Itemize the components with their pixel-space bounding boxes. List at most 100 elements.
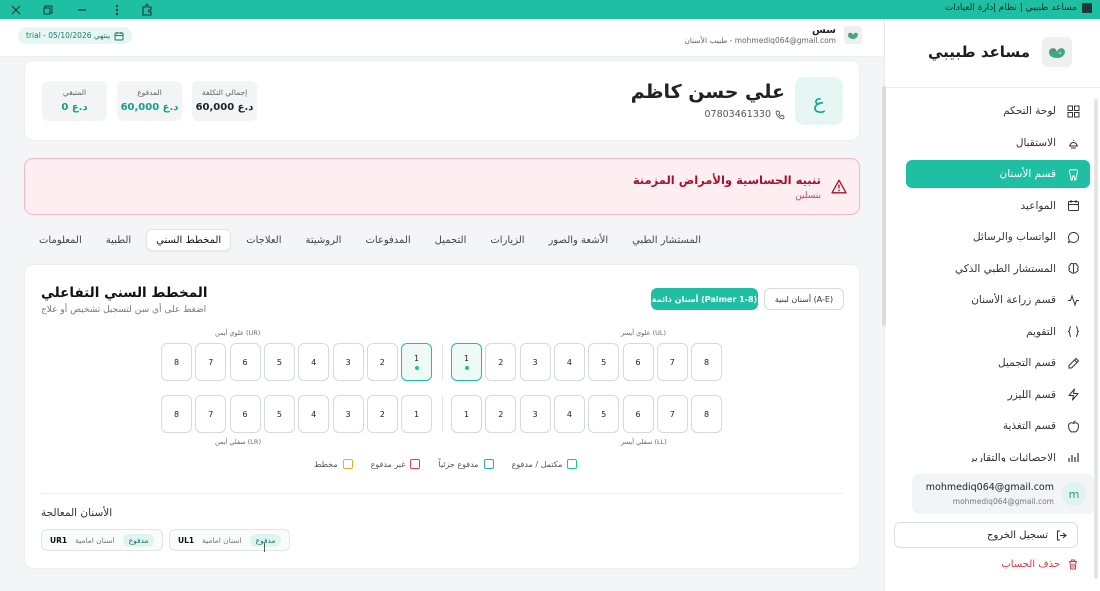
legend-label: مخطط <box>314 459 338 469</box>
tab-9[interactable]: المستشار الطبي <box>623 229 710 251</box>
tooth-lr5[interactable]: 5 <box>263 395 295 433</box>
tooth-number: 6 <box>242 357 248 367</box>
tooth-ll7[interactable]: 7 <box>656 395 688 433</box>
tooth-ur1[interactable]: 1 <box>401 343 433 381</box>
tooth-lr3[interactable]: 3 <box>332 395 364 433</box>
close-icon[interactable] <box>7 1 25 18</box>
label-upper-left: علوي أيسر (UL) <box>621 329 667 337</box>
chart-icon <box>1066 451 1080 462</box>
tooth-ul2[interactable]: 2 <box>485 343 517 381</box>
stat-remaining-value: 0 د.ع <box>61 102 88 113</box>
tooth-ul4[interactable]: 4 <box>553 343 585 381</box>
chart-title: المخطط السني التفاعلي <box>41 285 208 301</box>
tooth-lr8[interactable]: 8 <box>161 395 192 433</box>
user-email: mohmediq064@gmail.com <box>952 497 1054 506</box>
user-card[interactable]: m mohmediq064@gmail.com mohmediq064@gmai… <box>912 474 1094 514</box>
patient-phone: 07803461330 <box>705 109 786 120</box>
sidebar-item-zap[interactable]: قسم الليزر <box>906 381 1090 409</box>
tooth-ll1[interactable]: 1 <box>451 395 482 433</box>
sidebar-scrollbar[interactable] <box>1094 99 1098 579</box>
tooth-ur7[interactable]: 7 <box>195 343 227 381</box>
tab-8[interactable]: الأشعة والصور <box>540 229 618 251</box>
tooth-lr2[interactable]: 2 <box>366 395 398 433</box>
stat-remaining-label: المتبقي <box>62 88 87 97</box>
text-cursor <box>264 543 266 552</box>
tooth-ll2[interactable]: 2 <box>485 395 517 433</box>
tooth-ll3[interactable]: 3 <box>519 395 551 433</box>
sidebar-item-bell[interactable]: الاستقبال <box>906 129 1090 157</box>
tooth-lr6[interactable]: 6 <box>229 395 261 433</box>
tooth-ur4[interactable]: 4 <box>298 343 330 381</box>
tooth-ur2[interactable]: 2 <box>366 343 398 381</box>
trial-badge: trial - ينتهي 05/10/2026 <box>18 27 133 44</box>
tooth-ll8[interactable]: 8 <box>691 395 723 433</box>
logout-button[interactable]: تسجيل الخروج <box>894 522 1078 548</box>
sidebar-item-calendar[interactable]: المواعيد <box>906 192 1090 220</box>
user-name: mohmediq064@gmail.com <box>925 482 1054 493</box>
treated-status: مدفوع <box>122 533 155 547</box>
tooth-ul7[interactable]: 7 <box>656 343 688 381</box>
tooth-ul1[interactable]: 1 <box>451 343 482 381</box>
tooth-ul5[interactable]: 5 <box>588 343 620 381</box>
tab-6[interactable]: التجميل <box>426 229 476 251</box>
tooth-number: 3 <box>532 357 538 367</box>
grid-icon <box>1066 104 1080 118</box>
tooth-number: 5 <box>276 357 282 367</box>
sidebar-item-activity[interactable]: قسم زراعة الأسنان <box>906 286 1090 314</box>
tooth-ur5[interactable]: 5 <box>263 343 295 381</box>
tooth-ur8[interactable]: 8 <box>161 343 192 381</box>
sidebar-item-tooth[interactable]: قسم الأسنان <box>906 160 1090 188</box>
permanent-teeth-button[interactable]: أسنان دائمة (Palmer 1-8) <box>651 288 758 310</box>
tooth-ll4[interactable]: 4 <box>553 395 585 433</box>
tab-4[interactable]: الروشيتة <box>296 229 350 251</box>
tab-2[interactable]: المخطط السني <box>146 229 232 251</box>
sidebar-item-chat[interactable]: الواتساب والرسائل <box>906 223 1090 251</box>
bell-icon <box>1066 136 1080 150</box>
sidebar-item-grid[interactable]: لوحة التحكم <box>906 97 1090 125</box>
tab-0[interactable]: المعلومات <box>30 229 91 251</box>
brand[interactable]: مساعد طبيبي <box>928 37 1072 67</box>
sidebar-item-apple[interactable]: قسم التغذية <box>906 412 1090 440</box>
sidebar-item-pen[interactable]: قسم التجميل <box>906 349 1090 377</box>
tab-3[interactable]: العلاجات <box>237 229 290 251</box>
label-lower-right: سفلي أيمن (LR) <box>215 438 261 446</box>
extension-icon[interactable] <box>138 1 156 18</box>
sidebar-item-label: التقويم <box>1026 325 1056 338</box>
tooth-ul8[interactable]: 8 <box>691 343 723 381</box>
tab-7[interactable]: الزيارات <box>481 229 533 251</box>
legend-swatch <box>483 459 494 469</box>
tooth-ur3[interactable]: 3 <box>332 343 364 381</box>
treated-code: UR1 <box>50 535 68 545</box>
tab-1[interactable]: الطبية <box>97 229 140 251</box>
sidebar-item-braces[interactable]: التقويم <box>906 318 1090 346</box>
tooth-ll6[interactable]: 6 <box>622 395 654 433</box>
tooth-lr4[interactable]: 4 <box>298 395 330 433</box>
avatar: m <box>1062 482 1086 506</box>
sidebar-item-label: قسم الليزر <box>1007 388 1056 401</box>
sidebar-item-chart[interactable]: الاحصائيات والتقارير <box>906 444 1090 462</box>
tooth-number: 7 <box>669 357 675 367</box>
window-title-area: مساعد طبيبي | نظام إدارة العيادات <box>945 3 1092 13</box>
chat-icon <box>1066 230 1080 244</box>
delete-account-button[interactable]: حذف الحساب <box>1001 559 1078 570</box>
tooth-ur6[interactable]: 6 <box>229 343 261 381</box>
sidebar-item-brain[interactable]: المستشار الطبي الذكي <box>906 255 1090 283</box>
tooth-lr7[interactable]: 7 <box>195 395 227 433</box>
tab-5[interactable]: المدفوعات <box>356 229 419 251</box>
tooth-lr1[interactable]: 1 <box>401 395 433 433</box>
restore-icon[interactable] <box>39 1 57 18</box>
tooth-number: 4 <box>311 409 317 419</box>
tooth-ul6[interactable]: 6 <box>622 343 654 381</box>
treated-dot <box>414 366 419 370</box>
stat-paid-value: 60,000 د.ع <box>120 102 179 113</box>
main-scrollbar[interactable] <box>882 86 886 326</box>
tooth-ll5[interactable]: 5 <box>588 395 620 433</box>
more-vertical-icon[interactable] <box>108 1 126 18</box>
treated-chip-ur1[interactable]: UR1 اسنان امامية مدفوع <box>41 529 164 551</box>
treated-chip-ul1[interactable]: UL1 اسنان امامية مدفوع <box>169 529 291 551</box>
tooth-ul3[interactable]: 3 <box>519 343 551 381</box>
patient-name: علي حسن كاظم <box>630 81 785 103</box>
minimize-icon[interactable] <box>73 1 91 18</box>
tooth-number: 2 <box>379 357 385 367</box>
milk-teeth-button[interactable]: أسنان لبنية (A-E) <box>764 288 844 310</box>
